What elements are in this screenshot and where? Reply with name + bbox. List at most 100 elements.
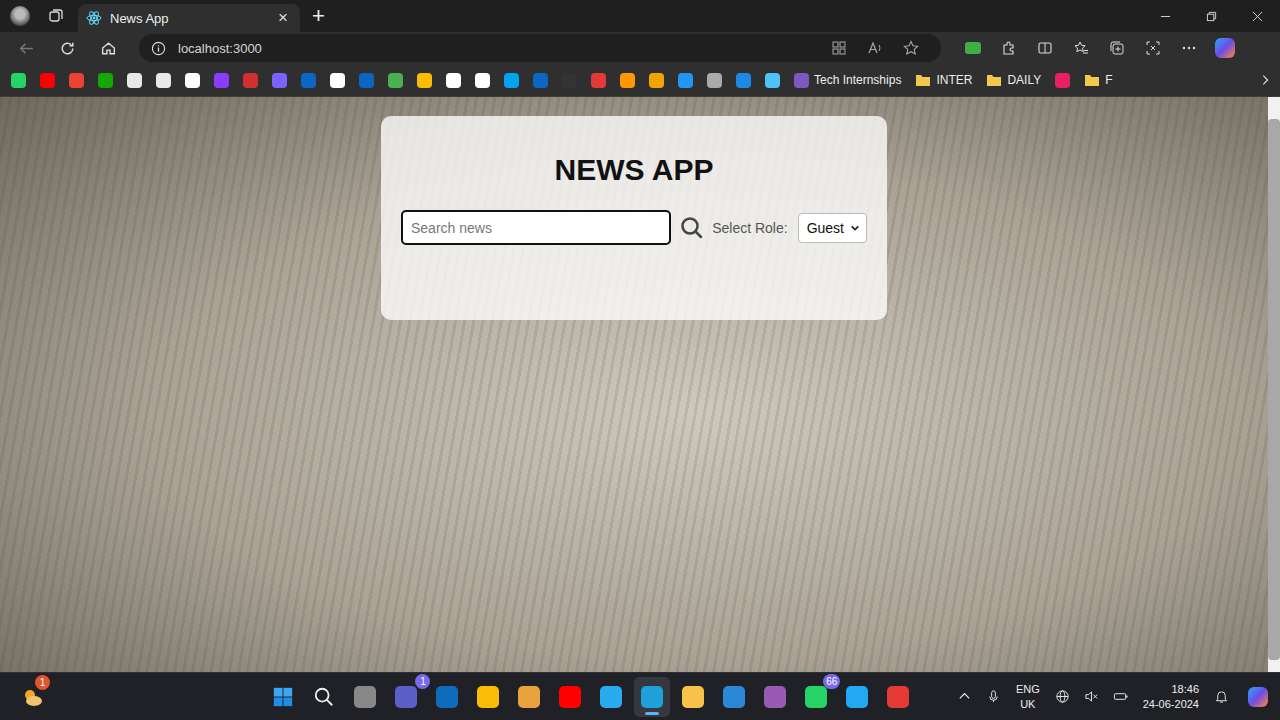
news-app-card: NEWS APP Select Role: Guest	[381, 116, 887, 320]
copilot-icon[interactable]	[1215, 38, 1235, 58]
favorite-star-icon[interactable]	[903, 40, 919, 56]
workspaces-icon[interactable]	[48, 8, 64, 24]
taskbar-app[interactable]	[470, 677, 506, 717]
bookmark-favicon-icon[interactable]	[649, 73, 664, 88]
favorites-icon[interactable]	[1073, 40, 1089, 56]
taskbar-app[interactable]	[265, 677, 301, 717]
weather-widget[interactable]: 1	[16, 681, 48, 713]
taskbar-app[interactable]	[634, 677, 670, 717]
bookmark-favicon-icon[interactable]	[765, 73, 780, 88]
bookmark-favicon-icon[interactable]	[69, 73, 84, 88]
address-bar[interactable]: localhost:3000	[139, 34, 941, 62]
notification-bell-icon[interactable]	[1214, 689, 1229, 704]
site-info-icon[interactable]	[151, 41, 166, 56]
minimize-icon	[1160, 11, 1171, 22]
bookmark-favicon-icon[interactable]	[707, 73, 722, 88]
bookmark-favicon-icon[interactable]	[40, 73, 55, 88]
bookmark-favicon-icon[interactable]	[591, 73, 606, 88]
bookmark-label: INTER	[936, 73, 972, 87]
taskbar-app[interactable]	[306, 677, 342, 717]
input-language[interactable]: ENG UK	[1012, 682, 1044, 712]
bookmark-favicon-icon[interactable]	[562, 73, 577, 88]
search-magnifier-icon[interactable]	[680, 216, 704, 240]
address-url[interactable]: localhost:3000	[178, 41, 262, 56]
minimize-button[interactable]	[1142, 0, 1188, 32]
bookmark-favicon-icon[interactable]	[620, 73, 635, 88]
clock[interactable]: 18:46 24-06-2024	[1139, 682, 1203, 712]
taskbar-apps: 1 66	[265, 677, 916, 717]
bookmark-favicon-icon[interactable]	[214, 73, 229, 88]
app-icon	[518, 686, 540, 708]
bookmark-favicon-icon[interactable]	[1055, 73, 1070, 88]
bookmark-folder[interactable]: INTER	[915, 73, 972, 87]
bookmark-favicon-icon[interactable]	[330, 73, 345, 88]
taskbar-app[interactable]	[839, 677, 875, 717]
read-aloud-icon[interactable]	[867, 40, 883, 56]
bookmark-favicon-icon[interactable]	[127, 73, 142, 88]
speaker-muted-icon[interactable]	[1084, 689, 1099, 704]
bookmark-favicon-icon[interactable]	[504, 73, 519, 88]
network-globe-icon[interactable]	[1055, 689, 1070, 704]
bookmark-favicon-icon[interactable]	[678, 73, 693, 88]
extension-icon[interactable]	[965, 42, 981, 54]
taskbar-app[interactable]: 66	[798, 677, 834, 717]
bookmark-folder[interactable]: DAILY	[986, 73, 1041, 87]
copilot-taskbar-icon[interactable]	[1248, 687, 1268, 707]
taskbar-app[interactable]	[880, 677, 916, 717]
browser-tab[interactable]: News App ×	[78, 4, 300, 32]
battery-icon[interactable]	[1113, 689, 1128, 704]
taskbar-app[interactable]	[347, 677, 383, 717]
bookmark-favicon-icon[interactable]	[475, 73, 490, 88]
role-select[interactable]: Guest	[798, 213, 867, 243]
bookmark-favicon-icon[interactable]	[736, 73, 751, 88]
maximize-button[interactable]	[1188, 0, 1234, 32]
bookmark-link[interactable]: Tech Internships	[794, 73, 901, 88]
more-menu-icon[interactable]	[1181, 40, 1197, 56]
scrollbar[interactable]	[1268, 97, 1280, 672]
bookmark-favicon-icon[interactable]	[243, 73, 258, 88]
app-badge: 1	[415, 674, 430, 689]
taskbar-app[interactable]	[511, 677, 547, 717]
new-tab-button[interactable]: +	[312, 5, 325, 27]
more-bookmarks-chevron-icon[interactable]	[1258, 73, 1272, 87]
extensions-puzzle-icon[interactable]	[1001, 40, 1017, 56]
bookmark-favicon-icon[interactable]	[417, 73, 432, 88]
start-windows-icon	[272, 686, 294, 708]
refresh-icon[interactable]	[59, 40, 76, 57]
bookmark-favicon-icon[interactable]	[301, 73, 316, 88]
tab-close-button[interactable]: ×	[274, 8, 292, 28]
bookmark-folder[interactable]: F	[1084, 73, 1112, 87]
scrollbar-thumb[interactable]	[1268, 119, 1280, 660]
newspaper-background-photo: NEWS APP Select Role: Guest	[0, 97, 1268, 672]
taskbar-app[interactable]	[552, 677, 588, 717]
bookmark-favicon-icon[interactable]	[185, 73, 200, 88]
page-viewport: NEWS APP Select Role: Guest	[0, 97, 1280, 672]
bookmark-favicon-icon[interactable]	[359, 73, 374, 88]
app-available-icon[interactable]	[831, 40, 847, 56]
collections-icon[interactable]	[1109, 40, 1125, 56]
microphone-icon[interactable]	[986, 689, 1001, 704]
bookmark-favicon-icon[interactable]	[11, 73, 26, 88]
bookmark-favicon-icon[interactable]	[156, 73, 171, 88]
bookmark-favicon-icon[interactable]	[533, 73, 548, 88]
taskbar-app[interactable]	[757, 677, 793, 717]
app-icon	[354, 686, 376, 708]
bookmark-favicon-icon[interactable]	[98, 73, 113, 88]
back-arrow-icon[interactable]	[18, 40, 35, 57]
taskbar-app[interactable]: 1	[388, 677, 424, 717]
taskbar-app[interactable]	[675, 677, 711, 717]
home-icon[interactable]	[100, 40, 117, 57]
taskbar-app[interactable]	[429, 677, 465, 717]
bookmark-favicon-icon[interactable]	[272, 73, 287, 88]
profile-avatar-icon[interactable]	[10, 6, 30, 26]
taskbar-app[interactable]	[716, 677, 752, 717]
close-window-button[interactable]	[1234, 0, 1280, 32]
split-screen-icon[interactable]	[1037, 40, 1053, 56]
bookmark-favicon-icon	[794, 73, 809, 88]
search-input[interactable]	[401, 210, 671, 245]
screenshot-icon[interactable]	[1145, 40, 1161, 56]
show-hidden-icons-chevron-icon[interactable]	[957, 689, 972, 704]
bookmark-favicon-icon[interactable]	[388, 73, 403, 88]
bookmark-favicon-icon[interactable]	[446, 73, 461, 88]
taskbar-app[interactable]	[593, 677, 629, 717]
